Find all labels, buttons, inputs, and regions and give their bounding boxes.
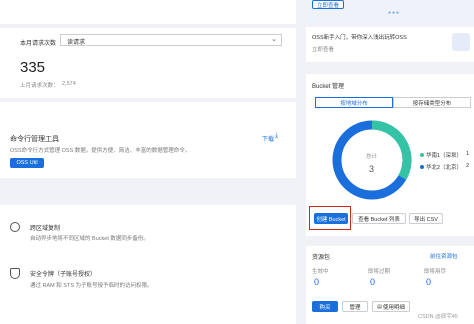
resource-item-label: 即将过期	[368, 269, 391, 275]
shield-icon	[10, 268, 20, 279]
download-icon[interactable]: ⤓	[275, 132, 278, 140]
legend-beijing: 华北2（北京）	[426, 165, 463, 171]
tab-by-storage-type[interactable]: 按存储类型分布	[393, 97, 471, 108]
watermark: CSDN @辰宇45	[418, 314, 458, 320]
legend-shenzhen-value: 1	[466, 151, 470, 157]
document-icon: ▤	[377, 303, 382, 310]
bucket-donut-chart	[332, 120, 412, 200]
bucket-management-card: Bucket 管理 按地域分布 按存储类型分布 总计 3 华南1（深圳） 1 华…	[306, 74, 474, 236]
legend-swatch-shenzhen	[420, 153, 424, 157]
donut-total-value: 3	[369, 164, 375, 174]
manage-button[interactable]: 管理	[342, 301, 368, 312]
promo-title: OSS新手入门，带你深入浅出玩转OSS	[312, 35, 407, 41]
cli-download-link[interactable]: 下载	[262, 134, 274, 143]
resource-item-value: 0	[426, 277, 432, 287]
stats-label: 本月请求次数	[20, 41, 57, 47]
resource-item-label: 即将用尽	[424, 269, 447, 275]
view-bucket-list-button[interactable]: 查看 Bucket 列表	[352, 213, 406, 224]
crr-description: 自动异步地将不同区域的 Bucket 数据同步备份。	[30, 236, 149, 242]
tab-by-region[interactable]: 按地域分布	[315, 97, 393, 108]
resource-item-value: 0	[314, 277, 320, 287]
banner-card: 立即查看 ●●●	[306, 0, 474, 24]
promo-card: OSS新手入门，带你深入浅出玩转OSS 立即查看	[306, 27, 474, 62]
cli-title: 命令行管理工具	[10, 136, 59, 143]
oss-util-button[interactable]: OSS Util	[10, 158, 44, 168]
request-stats-card: 本月请求次数 读请求 ⌄ 335 上月请求次数： 2,574	[0, 28, 296, 98]
legend-shenzhen: 华南1（深圳）	[426, 153, 463, 159]
request-type-value: 读请求	[67, 40, 86, 46]
tab-label: 按存储类型分布	[412, 100, 452, 107]
banner-view-button[interactable]: 立即查看	[312, 0, 344, 9]
crr-title: 跨区域复制	[30, 226, 61, 232]
resource-item-label: 生效中	[312, 269, 329, 275]
bucket-title: Bucket 管理	[312, 84, 345, 90]
resource-item-value: 0	[370, 277, 376, 287]
stats-sub-label: 上月请求次数：	[20, 83, 59, 89]
features-card: 跨区域复制 自动异步地将不同区域的 Bucket 数据同步备份。 安全令牌（子账…	[0, 205, 296, 324]
tab-label: 按地域分布	[340, 100, 368, 107]
promo-link[interactable]: 立即查看	[312, 45, 334, 53]
carousel-dots[interactable]: ●●●	[388, 10, 400, 16]
stats-sub-value: 2,574	[62, 81, 76, 87]
resource-title: 资源包	[312, 255, 331, 261]
usage-details-button[interactable]: ▤ 使用明细	[372, 301, 410, 312]
globe-icon	[10, 222, 20, 232]
sts-title: 安全令牌（子账号授权）	[30, 272, 97, 278]
sts-description: 通过 RAM 和 STS 为子账号授予临时的访问权限。	[30, 283, 153, 289]
illustration-icon	[452, 33, 470, 51]
legend-beijing-value: 2	[466, 163, 470, 169]
usage-details-label: 使用明细	[382, 304, 405, 311]
legend-swatch-beijing	[420, 165, 424, 169]
stats-value: 335	[20, 59, 46, 76]
donut-total-label: 总计	[366, 154, 378, 160]
create-bucket-button[interactable]: 创建 Bucket	[314, 213, 348, 224]
cli-tool-card: 命令行管理工具 下载 ⤓ OSS命令行方式管理 OSS 数据，提供方便、简洁、丰…	[0, 102, 296, 178]
export-csv-button[interactable]: 导出 CSV	[409, 213, 443, 224]
top-card-strip	[0, 0, 296, 24]
buy-button[interactable]: 购买	[312, 301, 338, 312]
cli-description: OSS命令行方式管理 OSS 数据，提供方便、简洁、丰富的数据管理命令。	[10, 148, 191, 154]
chevron-down-icon: ⌄	[271, 36, 277, 43]
resource-link[interactable]: 前往资源包	[430, 252, 458, 260]
request-type-select[interactable]: 读请求 ⌄	[60, 34, 282, 46]
